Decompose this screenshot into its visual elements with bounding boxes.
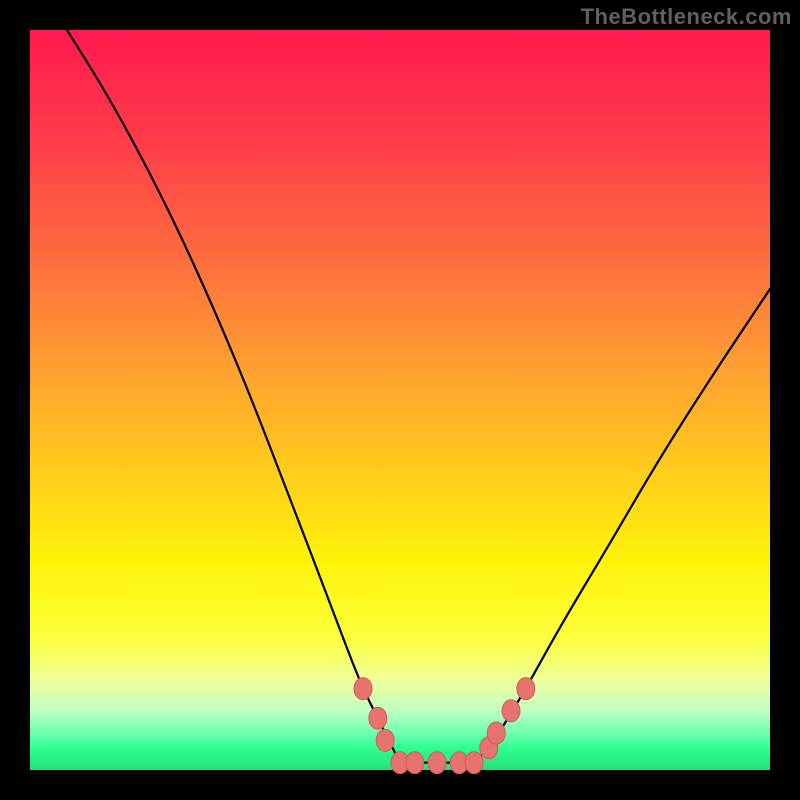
curve-marker [369, 707, 387, 729]
curve-marker [487, 722, 505, 744]
curve-markers [354, 678, 535, 774]
curve-marker [354, 678, 372, 700]
curve-marker [406, 752, 424, 774]
curve-marker [502, 700, 520, 722]
watermark-text: TheBottleneck.com [581, 4, 792, 30]
chart-frame: TheBottleneck.com [0, 0, 800, 800]
curve-marker [517, 678, 535, 700]
curve-marker [428, 752, 446, 774]
curve-path [67, 30, 770, 763]
chart-svg [30, 30, 770, 770]
curve-marker [465, 752, 483, 774]
curve-marker [376, 729, 394, 751]
